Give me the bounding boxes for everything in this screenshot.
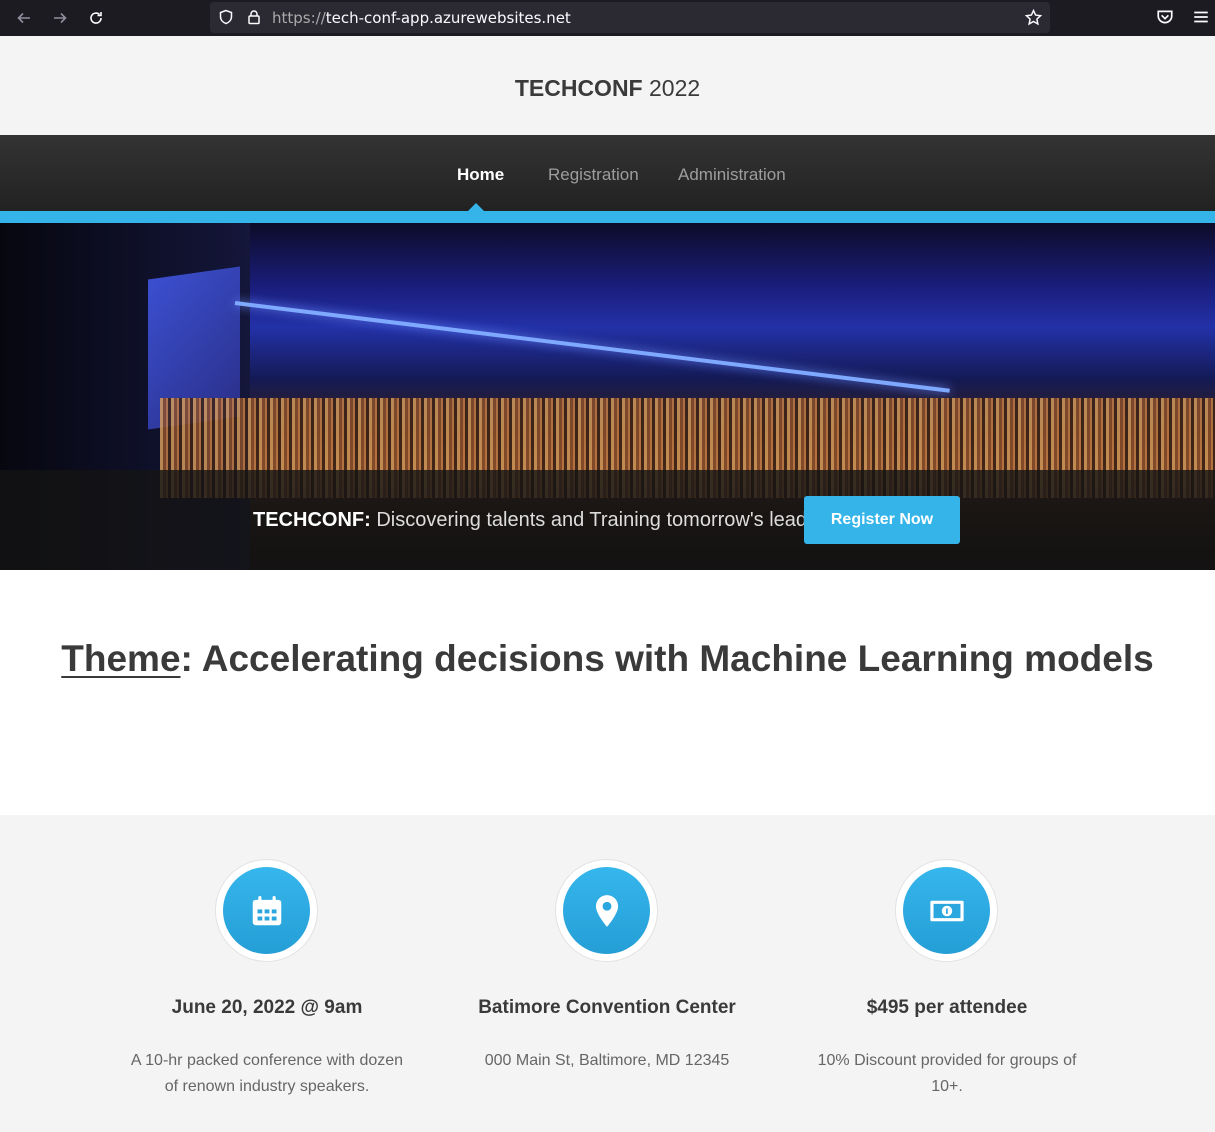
hero-light-beam	[234, 301, 950, 393]
info-description: A 10-hr packed conference with dozen of …	[130, 1052, 404, 1095]
icon-ring	[895, 859, 998, 962]
browser-toolbar: https://tech-conf-app.azurewebsites.net	[0, 0, 1215, 36]
calendar-icon	[223, 867, 310, 954]
theme-label[interactable]: Theme	[61, 638, 180, 679]
reload-icon[interactable]	[84, 6, 108, 30]
info-description: 10% Discount provided for groups of 10+.	[817, 1052, 1077, 1095]
lock-icon[interactable]	[246, 9, 262, 25]
info-title: June 20, 2022 @ 9am	[171, 997, 363, 1018]
theme-text: : Accelerating decisions with Machine Le…	[180, 638, 1154, 679]
nav-home[interactable]: Home	[457, 165, 504, 185]
hero-banner: TECHCONF: Discovering talents and Traini…	[0, 223, 1215, 570]
nav-administration[interactable]: Administration	[678, 165, 786, 185]
info-description: 000 Main St, Baltimore, MD 12345	[484, 1052, 730, 1069]
star-icon[interactable]	[1025, 9, 1042, 26]
info-title: $495 per attendee	[866, 997, 1028, 1018]
icon-ring	[555, 859, 658, 962]
site-header: TECHCONF 2022	[0, 36, 1215, 135]
map-pin-icon	[563, 867, 650, 954]
menu-icon[interactable]	[1192, 8, 1210, 26]
hero-tagline: TECHCONF: Discovering talents and Traini…	[253, 509, 835, 531]
url-bar[interactable]: https://tech-conf-app.azurewebsites.net	[210, 2, 1050, 33]
theme-heading: Theme: Accelerating decisions with Machi…	[0, 625, 1215, 693]
info-section: June 20, 2022 @ 9am A 10-hr packed confe…	[0, 815, 1215, 1132]
shield-icon[interactable]	[218, 9, 234, 25]
forward-icon[interactable]	[48, 6, 72, 30]
money-icon	[903, 867, 990, 954]
site-logo[interactable]: TECHCONF 2022	[0, 75, 1215, 102]
accent-strip	[0, 211, 1215, 223]
url-text[interactable]: https://tech-conf-app.azurewebsites.net	[272, 9, 571, 27]
main-navbar: Home Registration Administration	[0, 135, 1215, 211]
nav-registration[interactable]: Registration	[548, 165, 639, 185]
register-now-button[interactable]: Register Now	[804, 496, 960, 544]
icon-ring	[215, 859, 318, 962]
active-nav-indicator	[468, 203, 484, 211]
back-icon[interactable]	[12, 6, 36, 30]
info-title: Batimore Convention Center	[478, 997, 736, 1018]
pocket-icon[interactable]	[1156, 8, 1174, 26]
